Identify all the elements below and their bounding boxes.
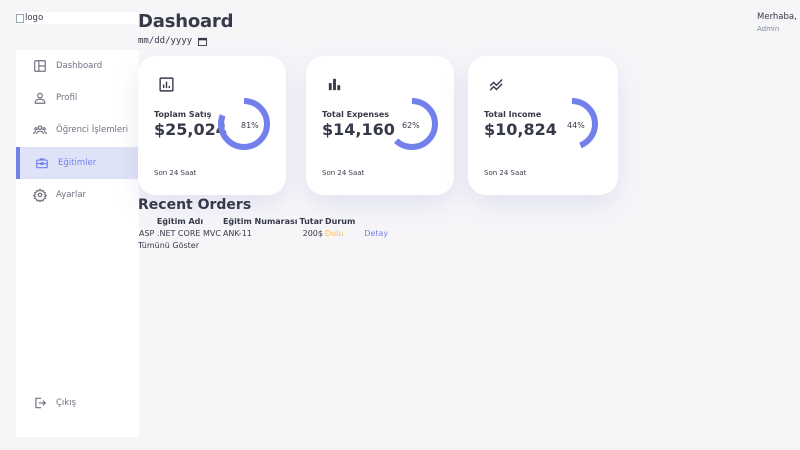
greeting-text: Merhaba,	[757, 12, 800, 22]
course-name: ASP .NET CORE MVC	[139, 229, 221, 238]
income-card: Total Income $10,824 44% Son 24 Saat	[468, 56, 618, 195]
person-icon	[33, 91, 47, 105]
column-header: Durum	[324, 216, 356, 226]
expenses-card: Total Expenses $14,160 62% Son 24 Saat	[306, 56, 454, 195]
sidebar-item-dashboard[interactable]: Dashboard	[16, 50, 139, 82]
briefcase-icon	[35, 156, 49, 170]
sidebar-item-label: Profil	[56, 93, 78, 103]
sidebar-item-ayarlar[interactable]: Ayarlar	[16, 179, 139, 211]
recent-orders-table: Eğitim Adı Eğitim Numarası Tutar Durum A…	[138, 215, 389, 240]
card-label: Toplam Satış	[154, 110, 212, 119]
logo-alt-text: logo	[25, 13, 44, 23]
date-input[interactable]: mm/dd/yyyy	[138, 34, 218, 48]
show-all-link[interactable]: Tümünü Göster	[138, 241, 199, 250]
card-percent: 62%	[402, 121, 420, 130]
card-percent: 81%	[241, 121, 259, 130]
card-label: Total Expenses	[322, 110, 390, 119]
column-header: Eğitim Adı	[156, 216, 204, 226]
sidebar-item-label: Eğitimler	[58, 158, 97, 168]
recent-orders-title: Recent Orders	[138, 197, 252, 213]
calendar-icon[interactable]	[198, 37, 208, 46]
gear-icon	[33, 188, 47, 202]
order-amount: 200$	[302, 229, 323, 238]
trending-icon	[489, 79, 503, 91]
sidebar-item-label: Ayarlar	[56, 190, 87, 200]
card-footer: Son 24 Saat	[484, 169, 527, 177]
detail-link[interactable]: Detay	[356, 227, 389, 240]
sidebar-item-profil[interactable]: Profil	[16, 82, 139, 114]
sidebar: Dashboard Profil Öğrenci İşlemleri Eğiti…	[16, 50, 143, 437]
column-header: Tutar	[299, 216, 323, 226]
sidebar-item-egitimler[interactable]: Eğitimler	[16, 147, 143, 179]
card-footer: Son 24 Saat	[154, 169, 197, 177]
table-row: ASP .NET CORE MVC ANK-11 200$ Dolu Detay	[138, 227, 389, 240]
card-label: Total Income	[484, 110, 542, 119]
table-header-row: Eğitim Adı Eğitim Numarası Tutar Durum	[138, 215, 389, 227]
bar-chart-icon	[328, 78, 341, 91]
sidebar-item-logout[interactable]: Çıkış	[16, 387, 139, 419]
sidebar-item-label: Öğrenci İşlemleri	[56, 125, 129, 135]
sidebar-item-label: Çıkış	[56, 398, 77, 408]
analytics-icon	[159, 77, 174, 92]
page-title: Dashoard	[138, 11, 234, 32]
profile[interactable]: Merhaba, E Admin	[757, 12, 800, 33]
broken-image-icon	[16, 13, 24, 23]
sidebar-item-label: Dashboard	[56, 61, 103, 71]
group-icon	[33, 123, 47, 137]
logo: logo	[16, 12, 138, 24]
status-badge: Dolu	[324, 229, 344, 238]
card-percent: 44%	[567, 121, 585, 130]
user-role: Admin	[757, 25, 780, 33]
sales-card: Toplam Satış $25,024 81% Son 24 Saat	[138, 56, 286, 195]
card-footer: Son 24 Saat	[322, 169, 365, 177]
date-placeholder: mm/dd/yyyy	[138, 36, 193, 46]
sidebar-item-ogrenci-islemleri[interactable]: Öğrenci İşlemleri	[16, 114, 139, 146]
column-header: Eğitim Numarası	[222, 216, 298, 226]
grid-view-icon	[33, 59, 47, 73]
course-number: ANK-11	[222, 229, 252, 238]
logout-icon	[33, 396, 47, 410]
